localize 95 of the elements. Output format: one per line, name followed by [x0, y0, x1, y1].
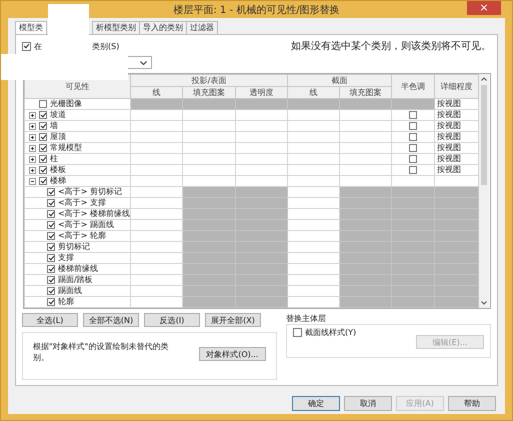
checkbox-label: 类别(S) — [92, 42, 120, 50]
checkbox[interactable] — [47, 188, 55, 196]
category-label: 墙 — [50, 121, 58, 131]
table-cell: 按视图 — [437, 165, 462, 174]
close-button[interactable]: × — [467, 1, 501, 15]
checkbox[interactable] — [47, 221, 55, 229]
column-header: 详细程度 — [434, 74, 479, 98]
expander[interactable] — [29, 178, 36, 184]
checkbox[interactable] — [409, 110, 418, 119]
object-styles-text: 根据"对象样式"的设置绘制未替代的类别。 — [33, 341, 170, 363]
checkbox[interactable] — [47, 276, 55, 284]
checkbox[interactable] — [47, 243, 55, 251]
checkbox[interactable] — [409, 166, 418, 174]
table-cell: 按视图 — [437, 154, 462, 163]
expander[interactable] — [29, 112, 36, 118]
tab[interactable]: 模型类 — [15, 21, 47, 34]
checkbox[interactable] — [39, 166, 47, 174]
column-header: 线 — [288, 86, 340, 98]
category-label: 常规模型 — [50, 143, 82, 153]
category-label: 坡道 — [50, 110, 66, 120]
tree-button[interactable]: 展开全部(X) — [205, 313, 261, 327]
dialog-button[interactable]: 取消 — [344, 396, 392, 411]
category-label: 柱 — [50, 154, 58, 164]
object-styles-button[interactable]: 对象样式(O)... — [198, 347, 266, 361]
checkbox[interactable] — [39, 155, 47, 163]
category-label: 楼梯 — [50, 176, 66, 186]
group-title: 替换主体层 — [286, 313, 327, 324]
filter-dropdown[interactable] — [128, 56, 152, 69]
checkbox[interactable] — [47, 287, 55, 295]
column-header: 填充图案 — [340, 86, 392, 98]
checkbox[interactable] — [39, 144, 47, 152]
checkbox-label: 截面线样式(Y) — [305, 326, 356, 338]
checkbox[interactable] — [39, 122, 47, 130]
checkbox[interactable] — [47, 232, 55, 240]
category-label: <高于> 楼梯前缘线 — [58, 209, 130, 219]
category-label: 支撑 — [58, 253, 74, 263]
checkbox[interactable] — [39, 133, 47, 141]
category-label: 光栅图像 — [50, 99, 82, 109]
scrollbar-thumb[interactable] — [481, 85, 488, 185]
chevron-down-icon — [140, 60, 147, 64]
tab[interactable]: 导入的类别 — [139, 21, 187, 34]
tab[interactable]: 析模型类别 — [92, 21, 140, 34]
checkbox[interactable] — [47, 265, 55, 273]
checkbox[interactable] — [47, 254, 55, 262]
category-label: <高于> 轮廓 — [58, 231, 106, 241]
hint-text: 如果没有选中某个类别，则该类别将不可见。 — [291, 40, 491, 53]
category-label: 屋顶 — [50, 132, 66, 142]
checkbox[interactable] — [409, 132, 418, 141]
column-header: 截面 — [288, 74, 392, 86]
window-title: 楼层平面: 1 - 机械的可见性/图形替换 — [173, 4, 340, 16]
checkbox[interactable] — [39, 111, 47, 119]
scroll-down-icon[interactable] — [481, 301, 488, 305]
category-label: <高于> 支撑 — [58, 198, 106, 208]
category-label: 楼板 — [50, 165, 66, 175]
column-header: 半色调 — [392, 74, 435, 98]
tree-button[interactable]: 反选(I) — [144, 313, 200, 327]
table-cell: 按视图 — [437, 99, 462, 108]
scroll-up-icon[interactable] — [481, 77, 488, 81]
tab[interactable]: 过滤器 — [186, 21, 218, 34]
checkbox[interactable] — [47, 210, 55, 218]
expander[interactable] — [29, 144, 36, 152]
category-label: 轮廓 — [58, 297, 74, 307]
checkbox[interactable] — [47, 298, 55, 306]
category-label: 剪切标记 — [58, 242, 90, 252]
checkbox[interactable] — [39, 100, 47, 108]
table-cell: 按视图 — [437, 132, 462, 141]
category-label: 踢面/踏板 — [58, 275, 93, 285]
column-header: 透明度 — [236, 86, 288, 98]
table-cell: 按视图 — [437, 110, 462, 119]
column-header: 填充图案 — [182, 86, 236, 98]
dialog-button[interactable]: 帮助 — [448, 396, 496, 411]
expander[interactable] — [29, 122, 36, 130]
checkbox[interactable] — [409, 144, 418, 152]
checkbox[interactable] — [47, 199, 55, 207]
tree-button[interactable]: 全部不选(N) — [83, 313, 139, 327]
checkbox[interactable] — [409, 154, 418, 163]
table-cell: 按视图 — [437, 121, 462, 130]
category-label: <高于> 剪切标记 — [58, 187, 122, 197]
category-label: 楼梯前缘线 — [58, 264, 98, 274]
expander[interactable] — [29, 134, 36, 140]
checkbox[interactable] — [39, 177, 47, 185]
checkbox[interactable] — [22, 42, 31, 50]
scrollbar[interactable] — [479, 74, 490, 308]
column-header: 投影/表面 — [130, 74, 288, 86]
column-header: 线 — [130, 86, 182, 98]
tree-button[interactable]: 全选(L) — [22, 313, 78, 327]
category-label: 踢面线 — [58, 286, 82, 296]
checkbox-label: 在 — [34, 42, 42, 50]
checkbox[interactable] — [409, 122, 418, 130]
category-label: <高于> 踢面线 — [58, 220, 114, 230]
table-cell: 按视图 — [437, 143, 462, 152]
expander[interactable] — [29, 156, 36, 162]
dialog-button[interactable]: 确定 — [292, 396, 340, 411]
checkbox[interactable] — [293, 328, 302, 336]
expander[interactable] — [29, 166, 36, 174]
